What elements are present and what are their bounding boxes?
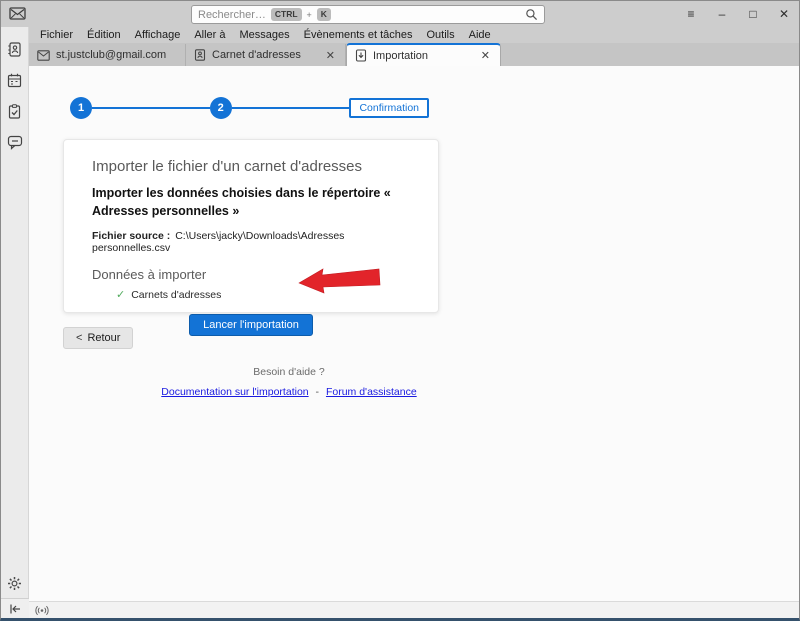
step-2-badge: 2 <box>210 97 232 119</box>
card-subtitle: Importer les données choisies dans le ré… <box>92 184 402 220</box>
close-button[interactable]: ✕ <box>775 7 793 21</box>
import-wizard-page: 1 2 Confirmation Importer le fichier d'u… <box>29 66 799 601</box>
tab-label: st.justclub@gmail.com <box>56 49 166 61</box>
step-confirmation-badge: Confirmation <box>349 98 429 118</box>
main-column: Fichier Édition Affichage Aller à Messag… <box>29 27 799 618</box>
shortcut-key-k: K <box>317 8 331 20</box>
wizard-stepper: 1 2 Confirmation <box>70 97 429 119</box>
shortcut-plus: + <box>307 10 312 20</box>
step-1-badge: 1 <box>70 97 92 119</box>
red-arrow-annotation <box>297 263 381 299</box>
start-import-button[interactable]: Lancer l'importation <box>189 314 313 336</box>
calendar-space-icon[interactable] <box>5 71 25 89</box>
tab-importation[interactable]: Importation ✕ <box>346 43 501 66</box>
source-file-label: Fichier source : <box>92 230 170 242</box>
settings-gear-icon[interactable] <box>5 574 25 592</box>
menu-fichier[interactable]: Fichier <box>33 29 80 41</box>
mail-tab-icon <box>37 50 50 61</box>
data-item-label: Carnets d'adresses <box>131 289 221 301</box>
menu-evenements[interactable]: Évènements et tâches <box>297 29 420 41</box>
address-book-space-icon[interactable] <box>5 40 25 58</box>
link-separator: - <box>316 386 320 398</box>
tasks-space-icon[interactable] <box>5 102 25 120</box>
tab-close-icon[interactable]: ✕ <box>324 49 337 62</box>
minimize-button[interactable]: – <box>713 7 731 21</box>
menu-messages[interactable]: Messages <box>233 29 297 41</box>
spaces-toolbar <box>1 27 29 618</box>
title-bar: Rechercher… CTRL + K ≡ – □ ✕ <box>1 1 799 27</box>
import-tab-icon <box>355 49 367 62</box>
source-file-line: Fichier source :C:\Users\jacky\Downloads… <box>92 230 410 254</box>
back-button-label: Retour <box>87 332 120 344</box>
collapse-sidebar-button[interactable] <box>1 598 29 618</box>
menu-aide[interactable]: Aide <box>462 29 498 41</box>
tab-mail-account[interactable]: st.justclub@gmail.com <box>29 44 186 66</box>
import-summary-card: Importer le fichier d'un carnet d'adress… <box>63 139 439 313</box>
tab-close-icon[interactable]: ✕ <box>479 49 492 62</box>
help-title: Besoin d'aide ? <box>29 366 549 378</box>
back-button[interactable]: < Retour <box>63 327 133 349</box>
shortcut-key-ctrl: CTRL <box>271 8 302 20</box>
chevron-left-icon: < <box>76 332 82 344</box>
broadcast-status-icon <box>35 605 49 616</box>
chat-space-icon[interactable] <box>5 133 25 151</box>
menu-edition[interactable]: Édition <box>80 29 128 41</box>
step-connector <box>232 107 350 109</box>
tab-address-book[interactable]: Carnet d'adresses ✕ <box>186 44 346 66</box>
search-placeholder: Rechercher… <box>198 9 266 21</box>
card-title: Importer le fichier d'un carnet d'adress… <box>92 158 410 175</box>
global-search-input[interactable]: Rechercher… CTRL + K <box>191 5 545 24</box>
thunderbird-window: Rechercher… CTRL + K ≡ – □ ✕ <box>0 0 800 621</box>
menu-affichage[interactable]: Affichage <box>128 29 188 41</box>
menu-bar: Fichier Édition Affichage Aller à Messag… <box>29 27 799 43</box>
search-icon <box>525 8 538 21</box>
menu-aller-a[interactable]: Aller à <box>187 29 232 41</box>
tab-label: Carnet d'adresses <box>212 49 301 61</box>
step-connector <box>92 107 210 109</box>
app-menu-button[interactable]: ≡ <box>682 7 700 21</box>
tab-label: Importation <box>373 50 428 62</box>
maximize-button[interactable]: □ <box>744 7 762 21</box>
documentation-link[interactable]: Documentation sur l'importation <box>161 386 308 398</box>
status-bar <box>29 601 799 618</box>
tab-bar: st.justclub@gmail.com Carnet d'adresses … <box>29 43 799 66</box>
help-section: Besoin d'aide ? Documentation sur l'impo… <box>29 366 549 398</box>
assistance-forum-link[interactable]: Forum d'assistance <box>326 386 417 398</box>
menu-outils[interactable]: Outils <box>420 29 462 41</box>
address-book-tab-icon <box>194 49 206 61</box>
mail-space-icon[interactable] <box>9 7 26 20</box>
window-controls: ≡ – □ ✕ <box>682 1 793 27</box>
check-icon: ✓ <box>116 288 125 301</box>
